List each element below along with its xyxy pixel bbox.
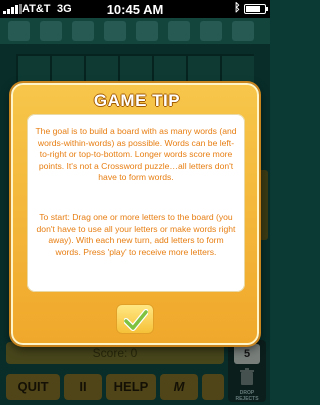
dialog-title: GAME TIP (93, 91, 181, 110)
checkmark-icon (124, 309, 148, 331)
game-tip-dialog: GAME TIP The goal is to build a board wi… (11, 83, 259, 345)
status-bar: AT&T 3G 10:45 AM ᛒ (0, 0, 270, 18)
dialog-content-panel: The goal is to build a board with as man… (27, 114, 245, 292)
ok-button[interactable] (116, 304, 154, 334)
clock: 10:45 AM (106, 2, 164, 17)
tip-paragraph-2: To start: Drag one or more letters to th… (36, 212, 236, 257)
battery-icon (244, 4, 268, 14)
bluetooth-icon: ᛒ (234, 2, 241, 14)
tip-paragraph-1: The goal is to build a board with as man… (35, 126, 237, 182)
